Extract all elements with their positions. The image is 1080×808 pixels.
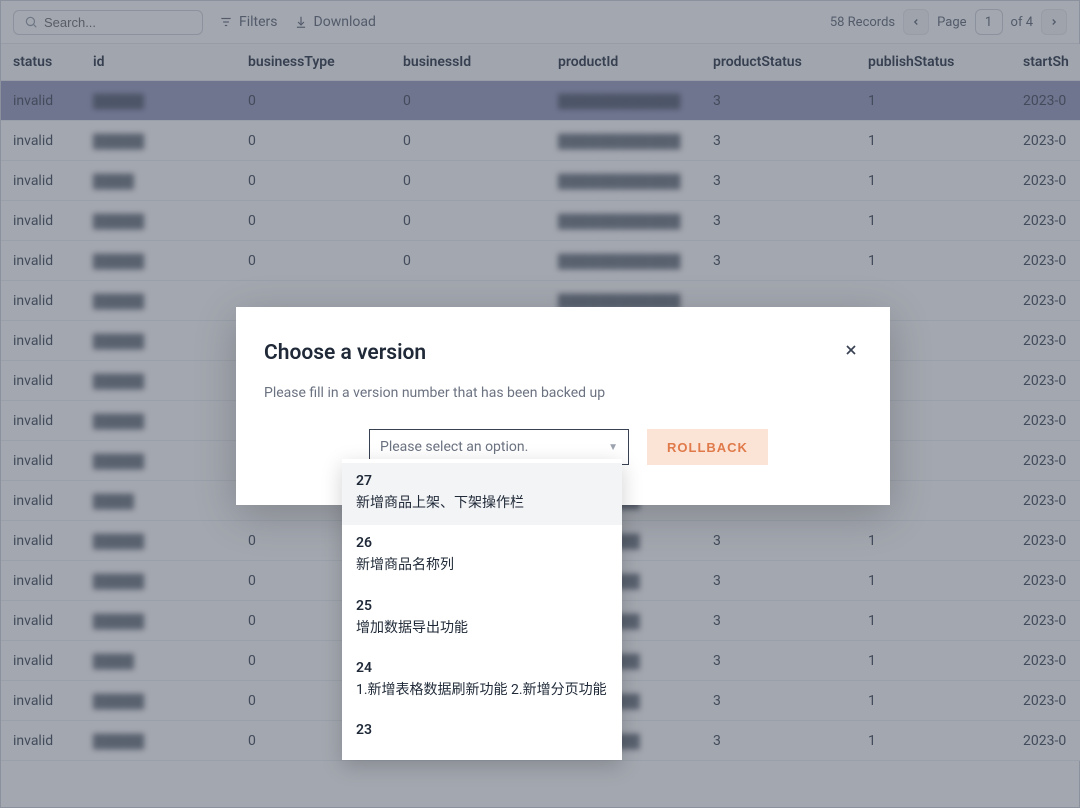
- version-option[interactable]: 26 新增商品名称列: [342, 525, 622, 587]
- version-option[interactable]: 27 新增商品上架、下架操作栏: [342, 463, 622, 525]
- modal-helper-text: Please fill in a version number that has…: [264, 385, 846, 401]
- option-version: 26: [356, 535, 608, 551]
- option-version: 27: [356, 473, 608, 489]
- version-option[interactable]: 24 1.新增表格数据刷新功能 2.新增分页功能: [342, 650, 622, 712]
- select-placeholder: Please select an option.: [380, 439, 528, 455]
- option-version: 24: [356, 660, 608, 676]
- close-icon: [843, 342, 859, 358]
- option-description: 增加数据导出功能: [356, 618, 608, 638]
- rollback-button[interactable]: ROLLBACK: [647, 429, 768, 465]
- option-description: 新增商品名称列: [356, 555, 608, 575]
- close-button[interactable]: [840, 339, 862, 361]
- option-description: 1.新增表格数据刷新功能 2.新增分页功能: [356, 680, 608, 700]
- version-option[interactable]: 23: [342, 712, 622, 754]
- option-version: 23: [356, 722, 608, 738]
- option-description: 新增商品上架、下架操作栏: [356, 493, 608, 513]
- chevron-down-icon: ▼: [608, 442, 618, 453]
- version-dropdown[interactable]: 27 新增商品上架、下架操作栏 26 新增商品名称列 25 增加数据导出功能 24 1.新增表…: [342, 459, 622, 760]
- version-option[interactable]: 25 增加数据导出功能: [342, 588, 622, 650]
- option-version: 25: [356, 598, 608, 614]
- modal-title: Choose a version: [264, 341, 846, 365]
